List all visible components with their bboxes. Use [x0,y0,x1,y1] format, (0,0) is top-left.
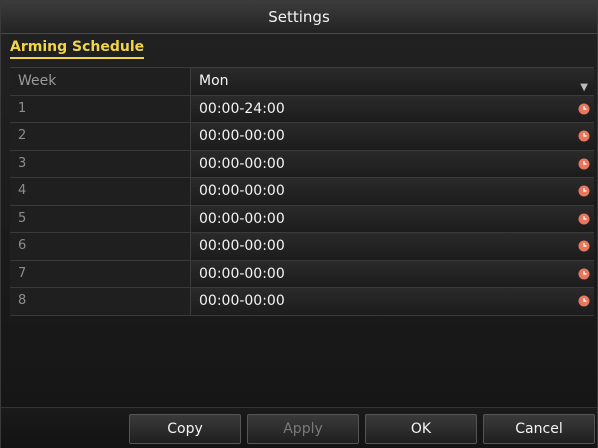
period-row: 2 00:00-00:00 [10,123,594,151]
clock-icon[interactable] [578,130,590,142]
week-select-value: Mon [199,73,229,89]
period-row: 6 00:00-00:00 [10,233,594,261]
period-time-field[interactable]: 00:00-00:00 [191,150,594,177]
period-time: 00:00-00:00 [199,128,285,144]
period-row: 5 00:00-00:00 [10,205,594,233]
clock-icon[interactable] [578,158,590,170]
week-label: Week [10,68,191,95]
clock-icon[interactable] [578,185,590,197]
period-time-field[interactable]: 00:00-00:00 [191,260,594,287]
period-index: 2 [10,123,191,150]
clock-icon[interactable] [578,240,590,252]
cancel-button[interactable]: Cancel [483,414,595,444]
week-row: Week Mon ▼ [10,68,594,96]
apply-button[interactable]: Apply [247,414,359,444]
clock-icon[interactable] [578,213,590,225]
period-index: 4 [10,178,191,205]
tab-arming-schedule[interactable]: Arming Schedule [10,39,145,59]
period-index: 5 [10,205,191,232]
window-title: Settings [1,1,597,34]
period-index: 7 [10,260,191,287]
clock-icon[interactable] [578,268,590,280]
period-time: 00:00-00:00 [199,265,285,282]
period-time-field[interactable]: 00:00-00:00 [191,123,594,150]
period-time-field[interactable]: 00:00-00:00 [191,178,594,205]
clock-icon[interactable] [578,295,590,307]
period-row: 3 00:00-00:00 [10,150,594,178]
copy-button[interactable]: Copy [129,414,241,444]
schedule-grid: Week Mon ▼ 1 00:00-24:00 2 00:00-00:00 3… [10,67,594,316]
period-index: 6 [10,233,191,260]
period-time: 00:00-00:00 [199,238,285,254]
period-time: 00:00-00:00 [199,155,285,172]
ok-button[interactable]: OK [365,414,477,444]
period-time-field[interactable]: 00:00-00:00 [191,288,594,315]
period-time-field[interactable]: 00:00-00:00 [191,233,594,260]
period-index: 3 [10,150,191,177]
period-index: 1 [10,95,191,122]
period-row: 4 00:00-00:00 [10,178,594,206]
week-select[interactable]: Mon ▼ [191,68,594,95]
clock-icon[interactable] [578,103,590,115]
period-row: 1 00:00-24:00 [10,95,594,123]
tab-bar: Arming Schedule [1,34,597,60]
settings-window: Settings Arming Schedule Week Mon ▼ 1 00… [0,0,598,448]
period-time: 00:00-00:00 [199,210,285,227]
period-time: 00:00-24:00 [199,100,285,117]
button-bar: Copy Apply OK Cancel [1,407,597,448]
period-index: 8 [10,288,191,315]
period-time-field[interactable]: 00:00-24:00 [191,95,594,122]
period-time: 00:00-00:00 [199,293,285,309]
period-row: 7 00:00-00:00 [10,260,594,288]
period-row: 8 00:00-00:00 [10,288,594,316]
period-time-field[interactable]: 00:00-00:00 [191,205,594,232]
period-time: 00:00-00:00 [199,183,285,199]
